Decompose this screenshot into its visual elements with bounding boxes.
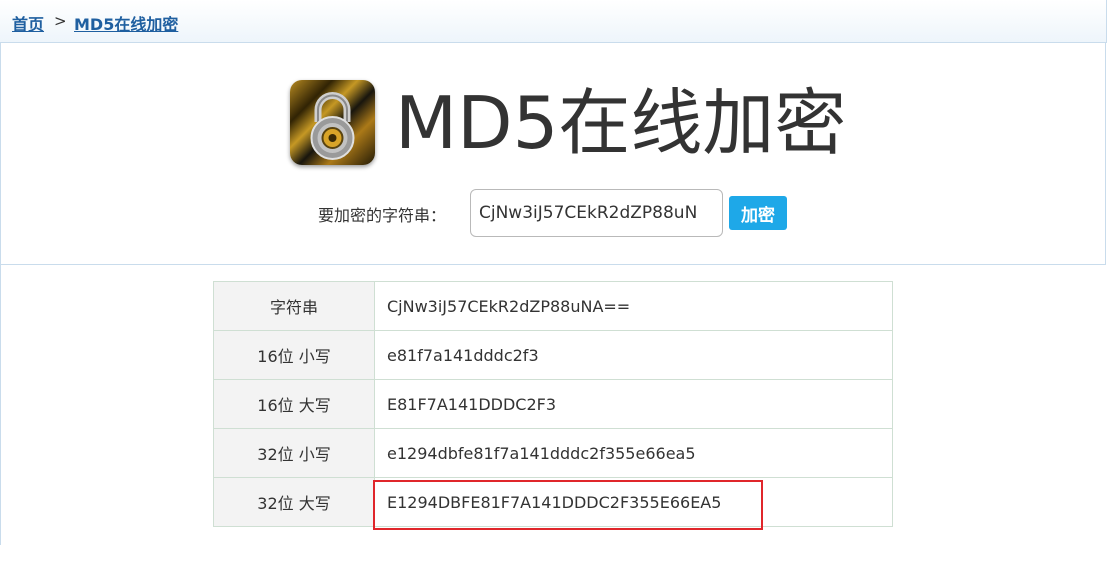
row-label: 16位 小写 [213,330,375,380]
breadcrumb-current-link[interactable]: MD5在线加密 [74,11,178,35]
table-row: 32位 大写 E1294DBFE81F7A141DDDC2F355E66EA5 [213,477,893,527]
row-value: e81f7a141dddc2f3 [374,330,893,380]
row-label: 32位 小写 [213,428,375,478]
row-label: 16位 大写 [213,379,375,429]
row-label: 字符串 [213,281,375,331]
row-value: CjNw3iJ57CEkR2dZP88uNA== [374,281,893,331]
breadcrumb-separator: > [54,12,67,30]
result-table: 字符串 CjNw3iJ57CEkR2dZP88uNA== 16位 小写 e81f… [213,281,893,527]
table-row: 16位 小写 e81f7a141dddc2f3 [213,330,893,380]
string-input-value: CjNw3iJ57CEkR2dZP88uN [479,203,698,223]
content-left-border [0,265,1,545]
row-value: e1294dbfe81f7a141dddc2f355e66ea5 [374,428,893,478]
table-row: 字符串 CjNw3iJ57CEkR2dZP88uNA== [213,281,893,331]
breadcrumb: 首页 > MD5在线加密 [0,0,1107,43]
row-label: 32位 大写 [213,477,375,527]
row-value: E1294DBFE81F7A141DDDC2F355E66EA5 [374,477,893,527]
row-value: E81F7A141DDDC2F3 [374,379,893,429]
breadcrumb-home-link[interactable]: 首页 [12,11,44,35]
encrypt-button[interactable]: 加密 [729,196,787,230]
padlock-icon [290,80,375,165]
page-title: MD5在线加密 [395,81,847,165]
table-row: 32位 小写 e1294dbfe81f7a141dddc2f355e66ea5 [213,428,893,478]
string-input[interactable]: CjNw3iJ57CEkR2dZP88uN [470,189,723,237]
table-row: 16位 大写 E81F7A141DDDC2F3 [213,379,893,429]
input-label: 要加密的字符串： [318,206,447,225]
